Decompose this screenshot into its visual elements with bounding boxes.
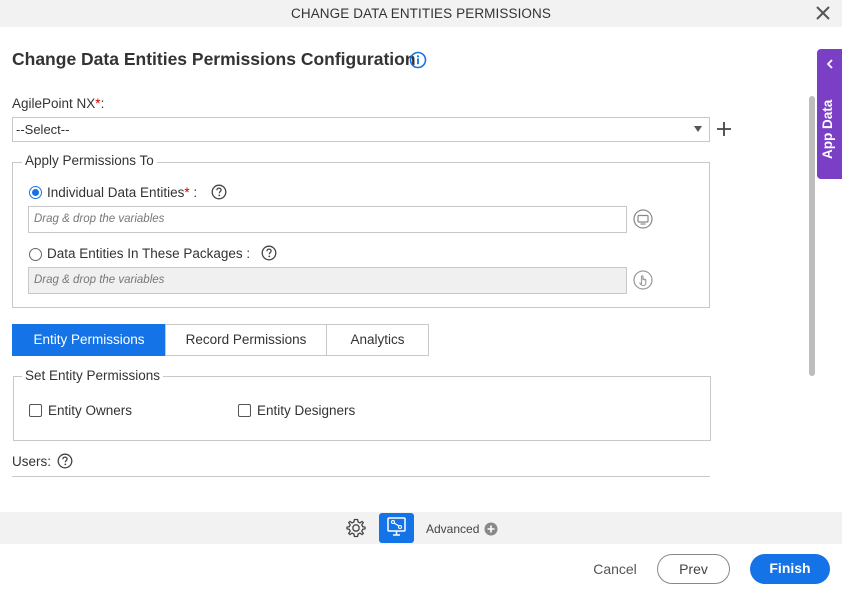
cancel-button[interactable]: Cancel <box>588 561 642 577</box>
agilepoint-label-suffix: : <box>100 96 105 111</box>
dialog-titlebar: CHANGE DATA ENTITIES PERMISSIONS <box>0 0 842 27</box>
app-data-toggle-button[interactable] <box>379 513 414 543</box>
agilepoint-select-value: --Select-- <box>16 122 70 137</box>
entity-owners-label: Entity Owners <box>48 403 133 418</box>
hand-pointer-icon <box>633 270 653 290</box>
chevron-down-icon <box>694 126 702 132</box>
app-data-label: App Data <box>820 99 835 159</box>
scrollbar-thumb[interactable] <box>809 96 815 376</box>
gear-icon[interactable] <box>345 517 367 539</box>
permissions-tabs: Entity Permissions Record Permissions An… <box>12 324 429 356</box>
summary-icon[interactable] <box>633 209 653 229</box>
help-icon[interactable] <box>211 184 227 200</box>
tab-analytics[interactable]: Analytics <box>326 324 429 356</box>
add-circle-icon[interactable] <box>484 522 498 536</box>
users-label: Users: <box>12 454 52 469</box>
entity-designers-label: Entity Designers <box>257 403 356 418</box>
entity-permissions-legend: Set Entity Permissions <box>22 368 164 383</box>
individual-entities-label-text: Individual Data Entities <box>47 185 185 200</box>
page-title: Change Data Entities Permissions Configu… <box>12 49 416 69</box>
bottom-toolbar <box>0 512 842 544</box>
tab-entity-permissions[interactable]: Entity Permissions <box>12 324 166 356</box>
plus-icon[interactable] <box>716 121 732 137</box>
advanced-label[interactable]: Advanced <box>426 522 479 536</box>
help-icon[interactable] <box>261 245 277 261</box>
users-input[interactable] <box>12 476 710 477</box>
agilepoint-label-text: AgilePoint NX <box>12 96 96 111</box>
app-data-panel-tab[interactable]: App Data <box>817 49 842 179</box>
packages-label: Data Entities In These Packages : <box>47 246 251 261</box>
dialog-title: CHANGE DATA ENTITIES PERMISSIONS <box>291 6 551 21</box>
prev-button[interactable]: Prev <box>657 554 730 584</box>
finish-button[interactable]: Finish <box>750 554 830 584</box>
packages-dropzone: Drag & drop the variables <box>28 267 627 294</box>
tab-record-permissions[interactable]: Record Permissions <box>165 324 327 356</box>
individual-entities-dropzone[interactable]: Drag & drop the variables <box>28 206 627 233</box>
chevron-left-icon <box>826 59 833 69</box>
monitor-icon <box>387 517 406 536</box>
info-icon[interactable] <box>409 51 427 69</box>
agilepoint-label: AgilePoint NX*: <box>12 96 104 111</box>
entity-designers-checkbox[interactable] <box>238 404 251 417</box>
individual-entities-radio[interactable] <box>29 186 42 199</box>
individual-entities-label-suffix: : <box>189 185 198 200</box>
packages-radio[interactable] <box>29 248 42 261</box>
agilepoint-select[interactable]: --Select-- <box>12 117 710 142</box>
help-icon[interactable] <box>57 453 73 469</box>
close-icon[interactable] <box>814 4 832 22</box>
individual-entities-label: Individual Data Entities* : <box>47 185 197 200</box>
apply-permissions-legend: Apply Permissions To <box>22 153 157 168</box>
entity-owners-checkbox[interactable] <box>29 404 42 417</box>
